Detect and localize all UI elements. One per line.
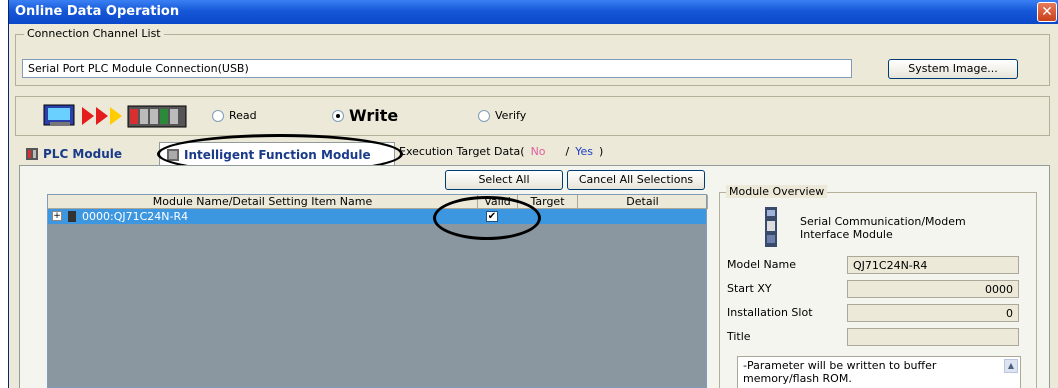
close-button[interactable]: ✕ <box>1037 2 1057 22</box>
exec-target-sep: / <box>565 145 570 158</box>
module-description: Serial Communication/Modem Interface Mod… <box>800 215 966 241</box>
module-grid[interactable]: Module Name/Detail Setting Item Name Val… <box>47 194 708 388</box>
verify-label: Verify <box>495 109 527 122</box>
model-name-label: Model Name <box>727 258 796 271</box>
connection-channel-legend: Connection Channel List <box>24 27 164 40</box>
col-detail[interactable]: Detail <box>578 195 708 209</box>
exec-target-yes[interactable]: Yes <box>575 145 593 158</box>
title-field <box>847 328 1019 346</box>
read-radio-dot[interactable] <box>212 109 224 122</box>
connection-channel-group: Connection Channel List Serial Port PLC … <box>15 27 1050 86</box>
installation-slot-field: 0 <box>847 304 1019 322</box>
table-row[interactable]: + 0000:QJ71C24N-R4 ✔ <box>48 209 706 224</box>
plc-transfer-icon <box>43 104 187 128</box>
start-xy-field: 0000 <box>847 280 1019 298</box>
select-all-button[interactable]: Select All <box>445 170 563 190</box>
module-icon <box>68 211 76 222</box>
expand-toggle[interactable]: + <box>52 211 62 221</box>
verify-radio-dot[interactable] <box>478 109 490 122</box>
module-image-icon <box>765 207 777 247</box>
window-title: Online Data Operation <box>15 4 180 19</box>
installation-slot-label: Installation Slot <box>727 306 813 319</box>
verify-radio[interactable]: Verify <box>478 109 526 122</box>
tab-plc-module-label: PLC Module <box>43 147 122 161</box>
start-xy-label: Start XY <box>727 282 772 295</box>
grid-header: Module Name/Detail Setting Item Name Val… <box>48 195 708 209</box>
cancel-all-selections-button[interactable]: Cancel All Selections <box>567 170 705 190</box>
read-radio[interactable]: Read <box>212 109 257 122</box>
execution-target-data: Execution Target Data( No / Yes ) <box>399 145 603 158</box>
exec-target-suffix: ) <box>599 145 604 158</box>
module-overview-legend: Module Overview <box>726 185 828 198</box>
connection-channel-field[interactable]: Serial Port PLC Module Connection(USB) <box>22 59 852 78</box>
title-bar[interactable]: Online Data Operation ✕ <box>9 0 1058 24</box>
scroll-up-icon[interactable]: ▲ <box>1004 359 1018 373</box>
highlight-ellipse-valid <box>433 196 541 240</box>
write-radio-dot[interactable] <box>332 109 344 122</box>
module-name: 0000:QJ71C24N-R4 <box>82 210 189 223</box>
title-label: Title <box>727 330 751 343</box>
operation-mode-group: Read Write Verify <box>15 96 1050 136</box>
col-module-name[interactable]: Module Name/Detail Setting Item Name <box>48 195 478 209</box>
plc-module-icon <box>26 148 38 160</box>
overview-note: -Parameter will be written to buffer mem… <box>737 356 1021 388</box>
system-image-button[interactable]: System Image... <box>888 59 1018 79</box>
exec-target-no[interactable]: No <box>531 145 546 158</box>
model-name-field: QJ71C24N-R4 <box>847 256 1019 274</box>
read-label: Read <box>229 109 257 122</box>
write-radio[interactable]: Write <box>332 106 398 125</box>
online-data-operation-window: Online Data Operation ✕ Connection Chann… <box>8 0 1058 388</box>
overview-note-text: -Parameter will be written to buffer mem… <box>743 359 937 385</box>
tab-plc-module[interactable]: PLC Module <box>19 143 128 165</box>
exec-target-prefix: Execution Target Data( <box>399 145 525 158</box>
write-label: Write <box>349 106 399 125</box>
